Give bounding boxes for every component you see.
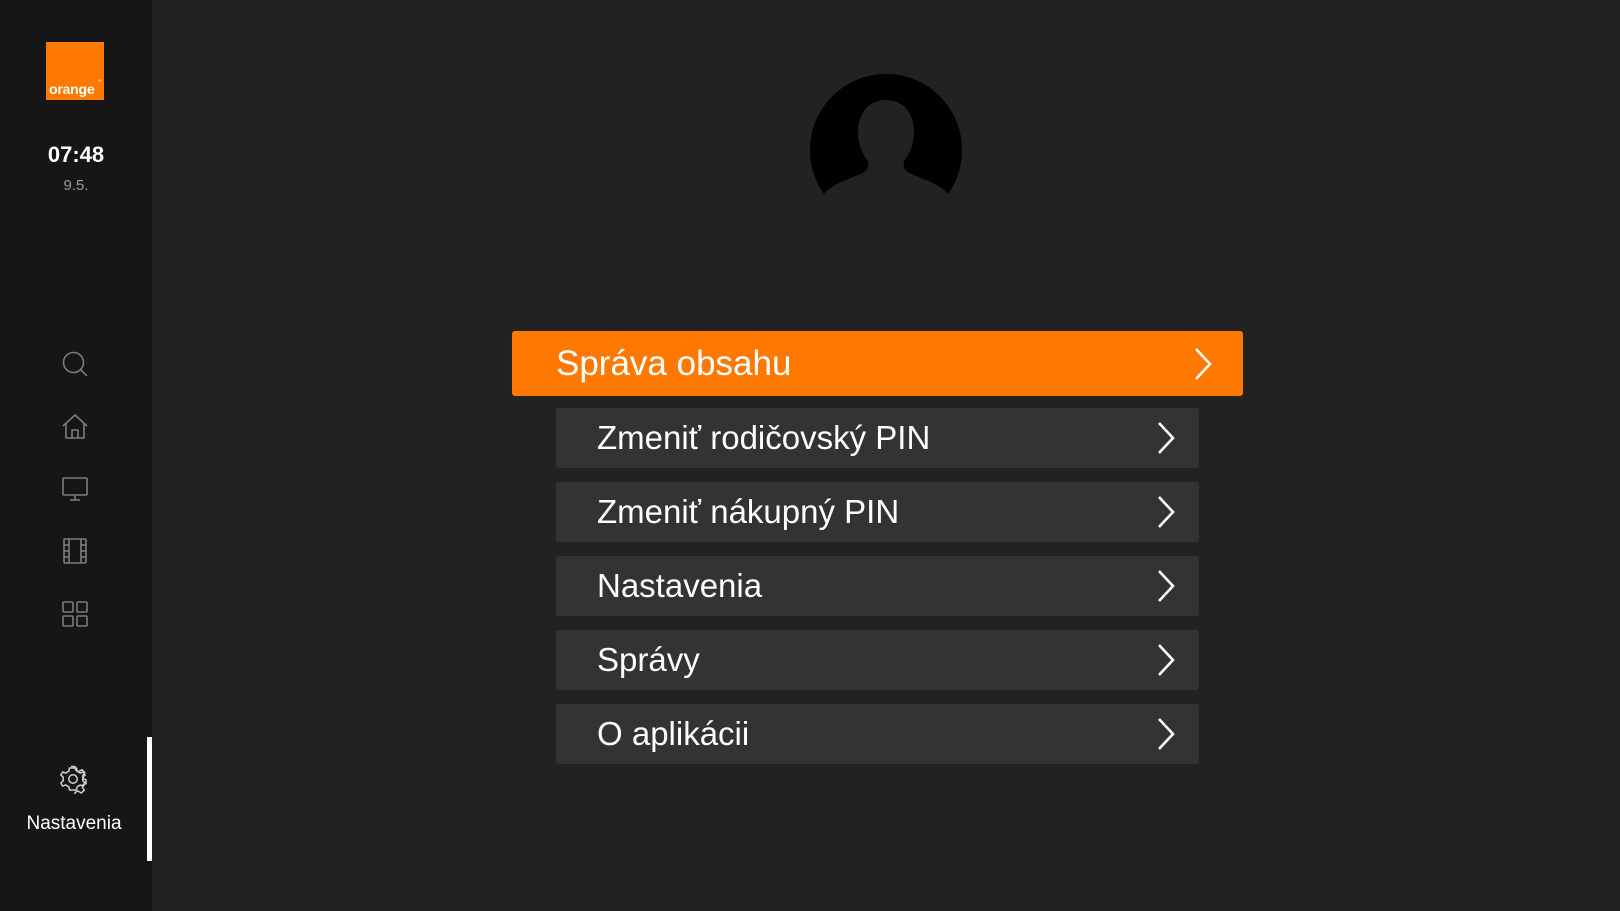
chevron-right-icon (1155, 420, 1177, 456)
menu-item-messages[interactable]: Správy (556, 630, 1199, 690)
clock-date: 9.5. (63, 177, 89, 194)
user-silhouette-icon[interactable] (810, 74, 962, 226)
home-icon[interactable] (60, 412, 90, 442)
chevron-right-icon (1155, 716, 1177, 752)
menu-item-about-app[interactable]: O aplikácii (556, 704, 1199, 764)
chevron-right-icon (1155, 494, 1177, 530)
sidebar-item-label: Nastavenia (26, 813, 122, 834)
menu-item-label: Zmeniť rodičovský PIN (597, 419, 931, 456)
menu-item-label: Správa obsahu (556, 343, 792, 383)
menu-item-label: Nastavenia (597, 567, 763, 604)
tv-icon[interactable] (60, 474, 90, 504)
logo-trademark: ™ (97, 79, 102, 85)
menu-item-change-parental-pin[interactable]: Zmeniť rodičovský PIN (556, 408, 1199, 468)
sidebar: orange ™ 07:48 9.5. Nastavenia (0, 0, 152, 911)
orange-logo: orange ™ (46, 42, 104, 100)
search-icon[interactable] (60, 349, 90, 379)
menu-item-content-management[interactable]: Správa obsahu (512, 331, 1243, 396)
menu-item-label: Zmeniť nákupný PIN (597, 493, 900, 530)
menu-item-label: O aplikácii (597, 715, 750, 752)
menu-item-label: Správy (597, 641, 700, 678)
menu-item-change-purchase-pin[interactable]: Zmeniť nákupný PIN (556, 482, 1199, 542)
chevron-right-icon (1155, 642, 1177, 678)
clock-time: 07:48 (47, 142, 105, 167)
chevron-right-icon (1192, 346, 1214, 382)
gear-icon (58, 764, 88, 794)
logo-text: orange (49, 81, 95, 97)
chevron-right-icon (1155, 568, 1177, 604)
active-indicator (147, 737, 152, 861)
apps-grid-icon[interactable] (60, 599, 90, 629)
sidebar-item-settings[interactable]: Nastavenia (0, 760, 148, 860)
film-icon[interactable] (60, 536, 90, 566)
menu-item-settings[interactable]: Nastavenia (556, 556, 1199, 616)
